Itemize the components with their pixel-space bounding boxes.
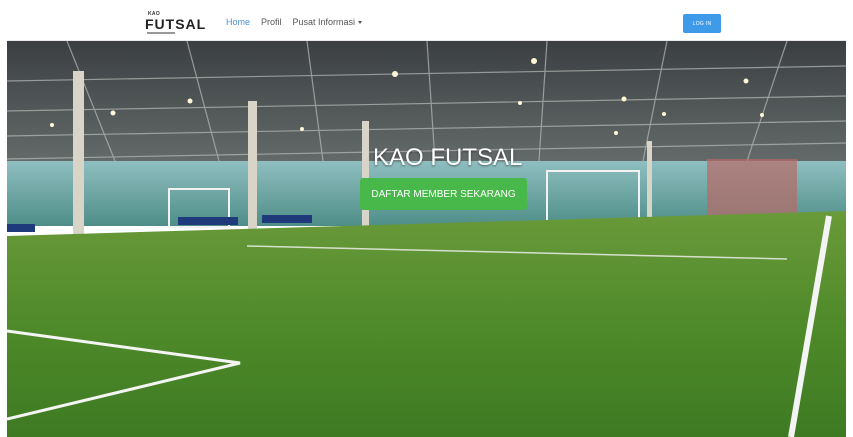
nav-pusat-informasi-dropdown[interactable]: Pusat Informasi <box>293 17 363 27</box>
register-member-button[interactable]: DAFTAR MEMBER SEKARANG <box>360 178 527 210</box>
nav-links: Home Profil Pusat Informasi <box>226 17 363 27</box>
nav-home-link[interactable]: Home <box>226 17 250 27</box>
page: KAO FUTSAL Home Profil Pusat Informasi L… <box>0 0 853 437</box>
hero-banner: KAO FUTSAL DAFTAR MEMBER SEKARANG <box>7 41 846 437</box>
nav-pusat-informasi-label: Pusat Informasi <box>292 17 356 27</box>
nav-profil-link[interactable]: Profil <box>261 17 282 27</box>
login-button[interactable]: LOG IN <box>683 14 721 33</box>
brand-main-text: FUTSAL <box>145 16 207 32</box>
hero-title: KAO FUTSAL <box>373 144 523 171</box>
caret-down-icon <box>358 21 363 25</box>
futsal-field-image <box>7 41 846 437</box>
top-navbar: KAO FUTSAL Home Profil Pusat Informasi L… <box>7 7 846 41</box>
brand-underline <box>147 32 175 34</box>
brand-logo[interactable]: KAO FUTSAL <box>145 11 207 37</box>
